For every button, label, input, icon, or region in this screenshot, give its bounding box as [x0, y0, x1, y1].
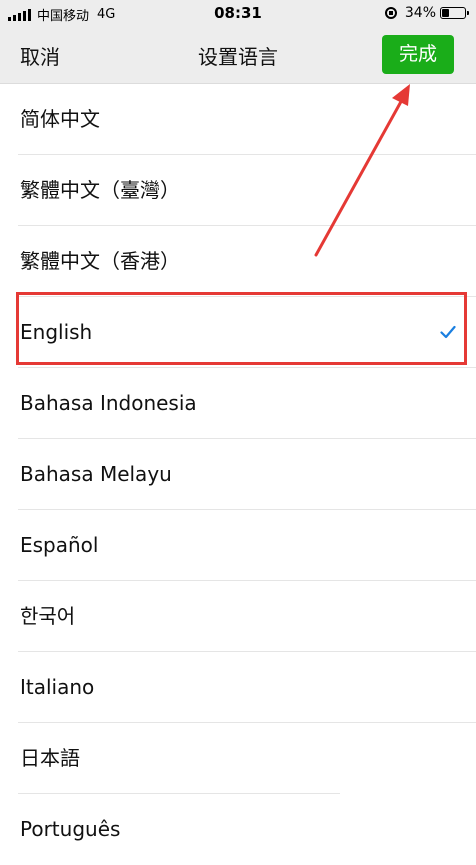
language-label: Português	[20, 817, 121, 841]
rotation-lock-icon	[384, 7, 397, 19]
language-item[interactable]: 繁體中文（香港）	[0, 226, 476, 297]
language-label: 简体中文	[20, 107, 100, 131]
language-item[interactable]: Bahasa Indonesia	[0, 368, 476, 439]
language-label: Bahasa Indonesia	[20, 391, 197, 415]
language-list: 简体中文 繁體中文（臺灣） 繁體中文（香港） English Bahasa In…	[0, 84, 476, 865]
battery-fill	[442, 9, 449, 17]
status-bar: 中国移动 4G 08:31 34%	[0, 0, 476, 28]
language-label: 한국어	[20, 604, 76, 628]
language-item[interactable]: 한국어	[0, 581, 476, 652]
language-label: Italiano	[20, 675, 95, 699]
language-label: Bahasa Melayu	[20, 462, 172, 486]
highlight-box	[16, 292, 467, 365]
language-item[interactable]: 繁體中文（臺灣）	[0, 155, 476, 226]
language-label: 日本語	[20, 746, 80, 770]
language-label: Español	[20, 533, 99, 557]
language-label: 繁體中文（香港）	[20, 249, 180, 273]
language-label: 繁體中文（臺灣）	[20, 178, 180, 202]
done-button[interactable]: 完成	[382, 35, 454, 74]
language-item[interactable]: Português	[0, 794, 476, 865]
battery-percent: 34%	[404, 5, 436, 21]
language-item[interactable]: Italiano	[0, 652, 476, 723]
language-item[interactable]: Bahasa Melayu	[0, 439, 476, 510]
language-item[interactable]: Español	[0, 510, 476, 581]
language-item[interactable]: 日本語	[0, 723, 476, 794]
battery-icon	[440, 7, 469, 19]
status-right: 34%	[384, 5, 469, 21]
language-item[interactable]: 简体中文	[0, 84, 476, 155]
nav-bar: 取消 设置语言 完成	[0, 28, 476, 84]
